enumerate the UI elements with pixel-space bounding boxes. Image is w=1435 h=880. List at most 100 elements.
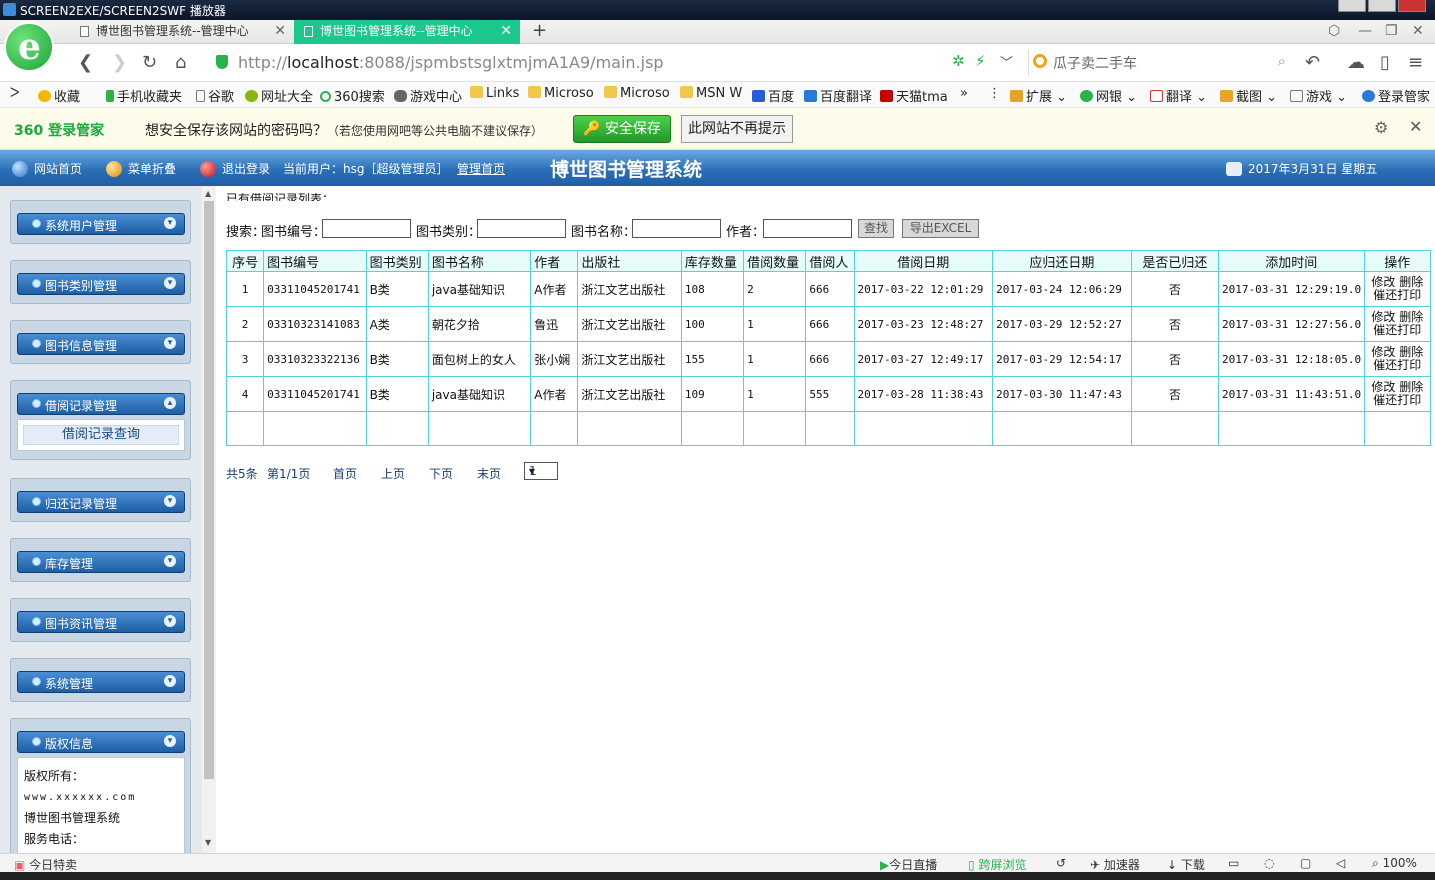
new-tab-button[interactable]: + xyxy=(532,20,547,42)
url-dropdown-icon[interactable]: ﹀ xyxy=(1000,52,1013,71)
chevron-up-icon[interactable]: ▴ xyxy=(164,397,176,409)
never-prompt-button[interactable]: 此网站不再提示 xyxy=(681,115,793,143)
minimize-icon[interactable]: — xyxy=(1358,23,1372,39)
site-home-link[interactable]: 网站首页 xyxy=(12,160,82,177)
remind-print-link[interactable]: 催还打印 xyxy=(1373,323,1421,337)
bookmark-item[interactable]: 谷歌 xyxy=(196,86,234,105)
sidebar-item-borrow-query[interactable]: 借阅记录查询 xyxy=(23,425,179,445)
home-icon[interactable]: ⌂ xyxy=(175,52,186,73)
scroll-down-icon[interactable]: ▼ xyxy=(205,838,211,847)
bookmark-icon[interactable]: ▯ xyxy=(1380,52,1390,73)
maximize-icon[interactable] xyxy=(1368,0,1396,12)
bookmark-folder[interactable]: Microso xyxy=(528,86,594,101)
bookmark-item[interactable]: 收藏 xyxy=(38,86,80,105)
chevron-down-icon[interactable]: ▾ xyxy=(164,735,176,747)
extension-item[interactable]: 登录管家 xyxy=(1362,86,1430,105)
tab-active[interactable]: 博世图书管理系统--管理中心 ✕ xyxy=(294,20,520,44)
screenshot-icon[interactable]: ▭ xyxy=(1228,856,1239,870)
logout-link[interactable]: 退出登录 xyxy=(200,160,270,177)
bookmark-item[interactable]: 游戏中心 xyxy=(394,86,462,105)
cloud-icon[interactable]: ☁ xyxy=(1347,52,1365,73)
search-input[interactable]: 瓜子卖二手车 ⌕ xyxy=(1028,50,1290,76)
volume-icon[interactable]: ◁ xyxy=(1336,856,1345,870)
scroll-up-icon[interactable]: ▲ xyxy=(205,189,211,198)
bookmark-item[interactable]: 百度翻译 xyxy=(804,86,872,105)
security-shield-icon[interactable] xyxy=(216,55,228,69)
close-icon[interactable]: ✕ xyxy=(1409,117,1422,136)
back-icon[interactable]: ❮ xyxy=(78,52,93,73)
menu-return-records[interactable]: 归还记录管理 ▾ xyxy=(10,478,191,522)
menu-book-info[interactable]: 图书信息管理 ▾ xyxy=(10,320,191,364)
refresh-icon[interactable]: ↻ xyxy=(142,52,157,73)
bookmark-item[interactable]: 360搜索 xyxy=(320,86,385,105)
bookmark-folder[interactable]: Microso xyxy=(604,86,670,101)
more-bookmarks-icon[interactable]: » xyxy=(960,86,968,101)
url-field[interactable]: http://localhost:8088/jspmbstsglxtmjmA1A… xyxy=(238,53,664,72)
export-excel-button[interactable]: 导出EXCEL xyxy=(902,219,979,238)
undo-icon[interactable]: ↶ xyxy=(1305,52,1320,73)
extension-item[interactable]: 网银 ⌄ xyxy=(1080,86,1137,105)
page-select[interactable]: 1 ▾ xyxy=(524,462,558,480)
chevron-down-icon[interactable]: ▾ xyxy=(164,555,176,567)
menu-system-users[interactable]: 系统用户管理 ▾ xyxy=(10,200,191,244)
gear-icon[interactable]: ⚙ xyxy=(1374,118,1388,137)
chevron-down-icon[interactable]: ▾ xyxy=(164,495,176,507)
book-name-input[interactable] xyxy=(632,219,721,238)
flash-icon[interactable]: ⚡ xyxy=(975,52,986,70)
accelerate-icon[interactable]: ✲ xyxy=(952,52,965,70)
bookmark-folder[interactable]: Links xyxy=(470,86,519,101)
chevron-down-icon[interactable]: ▾ xyxy=(164,277,176,289)
menu-borrow-records[interactable]: 借阅记录管理 ▴ 借阅记录查询 xyxy=(10,380,191,460)
search-icon[interactable]: ⌕ xyxy=(1278,52,1286,70)
edit-link[interactable]: 修改 xyxy=(1371,345,1395,359)
sidebar-toggle-icon[interactable]: ᐳ xyxy=(10,86,19,101)
history-icon[interactable]: ↺ xyxy=(1056,856,1066,870)
fold-menu-link[interactable]: 菜单折叠 xyxy=(106,160,176,177)
delete-link[interactable]: 删除 xyxy=(1399,345,1423,359)
close-tab-icon[interactable]: ✕ xyxy=(500,20,512,43)
bookmark-folder[interactable]: MSN W xyxy=(680,86,742,101)
admin-home-link[interactable]: 管理首页 xyxy=(457,160,505,177)
last-page-link[interactable]: 末页 xyxy=(477,465,501,482)
book-no-input[interactable] xyxy=(322,219,411,238)
zoom-level[interactable]: ⌕ 100% xyxy=(1372,856,1417,871)
sidebar-scrollbar[interactable]: ▲ ▼ xyxy=(202,186,216,853)
category-input[interactable] xyxy=(477,219,566,238)
minimize-icon[interactable] xyxy=(1338,0,1366,12)
chevron-down-icon[interactable]: ▾ xyxy=(164,615,176,627)
chevron-down-icon[interactable]: ▾ xyxy=(164,675,176,687)
delete-link[interactable]: 删除 xyxy=(1399,310,1423,324)
search-button[interactable]: 查找 xyxy=(858,219,894,238)
scroll-thumb[interactable] xyxy=(204,201,214,779)
extension-item[interactable]: 游戏 ⌄ xyxy=(1290,86,1347,105)
maximize-icon[interactable]: ❐ xyxy=(1385,23,1398,39)
remind-print-link[interactable]: 催还打印 xyxy=(1373,358,1421,372)
browser-icon[interactable]: ◌ xyxy=(1264,856,1274,870)
prev-page-link[interactable]: 上页 xyxy=(381,465,405,482)
menu-inventory[interactable]: 库存管理 ▾ xyxy=(10,538,191,582)
extension-item[interactable]: 翻译 ⌄ xyxy=(1150,86,1207,105)
bookmark-item[interactable]: 网址大全 xyxy=(245,86,313,105)
forward-icon[interactable]: ❯ xyxy=(112,52,127,73)
today-live[interactable]: ▶今日直播 xyxy=(880,856,937,873)
delete-link[interactable]: 删除 xyxy=(1399,275,1423,289)
menu-book-category[interactable]: 图书类别管理 ▾ xyxy=(10,260,191,304)
bookmark-item[interactable]: 手机收藏夹 xyxy=(106,86,182,105)
edit-link[interactable]: 修改 xyxy=(1371,275,1395,289)
edit-link[interactable]: 修改 xyxy=(1371,380,1395,394)
cross-screen[interactable]: ▯ 跨屏浏览 xyxy=(968,856,1026,873)
accelerator[interactable]: ✈ 加速器 xyxy=(1090,856,1140,873)
today-deals[interactable]: ▣ 今日特卖 xyxy=(14,856,77,873)
menu-copyright[interactable]: 版权信息 ▾ 版权所有： www.xxxxxx.com 博世图书管理系统 服务电话… xyxy=(10,718,191,853)
bookmark-item[interactable]: 百度 xyxy=(752,86,794,105)
download[interactable]: ↓ 下载 xyxy=(1167,856,1205,873)
remind-print-link[interactable]: 催还打印 xyxy=(1373,393,1421,407)
menu-icon[interactable]: ≡ xyxy=(1408,52,1423,73)
safe-save-button[interactable]: 🔑 安全保存 xyxy=(573,115,671,143)
close-tab-icon[interactable]: ✕ xyxy=(274,20,286,43)
menu-system[interactable]: 系统管理 ▾ xyxy=(10,658,191,702)
tab-inactive[interactable]: 博世图书管理系统--管理中心 ✕ xyxy=(70,20,294,44)
first-page-link[interactable]: 首页 xyxy=(333,465,357,482)
extension-item[interactable]: 扩展 ⌄ xyxy=(1010,86,1067,105)
edit-link[interactable]: 修改 xyxy=(1371,310,1395,324)
